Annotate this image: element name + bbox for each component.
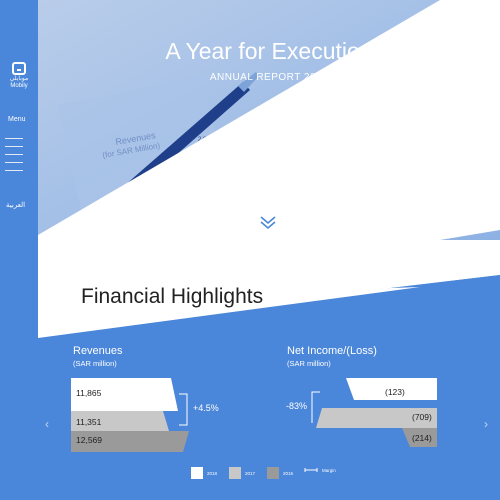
- menu-label[interactable]: Menu: [8, 116, 26, 123]
- language-switch-link[interactable]: العربية: [6, 201, 25, 209]
- mobily-logo-icon: [12, 62, 26, 75]
- financial-bars: [71, 378, 437, 452]
- legend-label-2016: 2016: [283, 470, 294, 476]
- revenues-2016-value: 12,569: [76, 435, 102, 445]
- legend-item-2017: 2017: [229, 467, 255, 479]
- net-income-2017-value: (709): [412, 412, 432, 422]
- legend-item-margin: Margin: [304, 467, 336, 473]
- revenues-margin-bracket: [179, 393, 188, 426]
- revenues-2017-value: 11,351: [76, 417, 102, 427]
- legend-margin-line-icon: [304, 468, 318, 472]
- legend-label-2018: 2018: [207, 470, 218, 476]
- legend-swatch-2016: [267, 467, 279, 479]
- legend-item-2018: 2018: [191, 467, 217, 479]
- logo-arabic-text: موبايلي: [9, 76, 29, 82]
- net-income-change: -83%: [286, 401, 308, 411]
- legend-label-margin: Margin: [322, 467, 336, 473]
- carousel-next-arrow-icon[interactable]: ›: [484, 417, 488, 431]
- carousel-prev-arrow-icon[interactable]: ‹: [45, 417, 49, 431]
- revenues-change: +4.5%: [193, 403, 219, 413]
- logo-english-text: Mobily: [10, 83, 28, 89]
- net-income-margin-bracket: [311, 391, 320, 423]
- scroll-down-chevron-icon[interactable]: [259, 215, 277, 231]
- legend-label-2017: 2017: [245, 470, 256, 476]
- revenues-2018-value: 11,865: [76, 388, 102, 398]
- menu-hamburger-icon[interactable]: [5, 138, 23, 178]
- legend-swatch-2018: [191, 467, 203, 479]
- net-income-2018-value: (123): [385, 387, 405, 397]
- legend-swatch-2017: [229, 467, 241, 479]
- legend-item-2016: 2016: [267, 467, 293, 479]
- sidebar: موبايلي Mobily Menu العربية: [0, 0, 38, 500]
- net-income-2016-value: (214): [412, 433, 432, 443]
- mobily-logo[interactable]: موبايلي Mobily: [9, 62, 29, 92]
